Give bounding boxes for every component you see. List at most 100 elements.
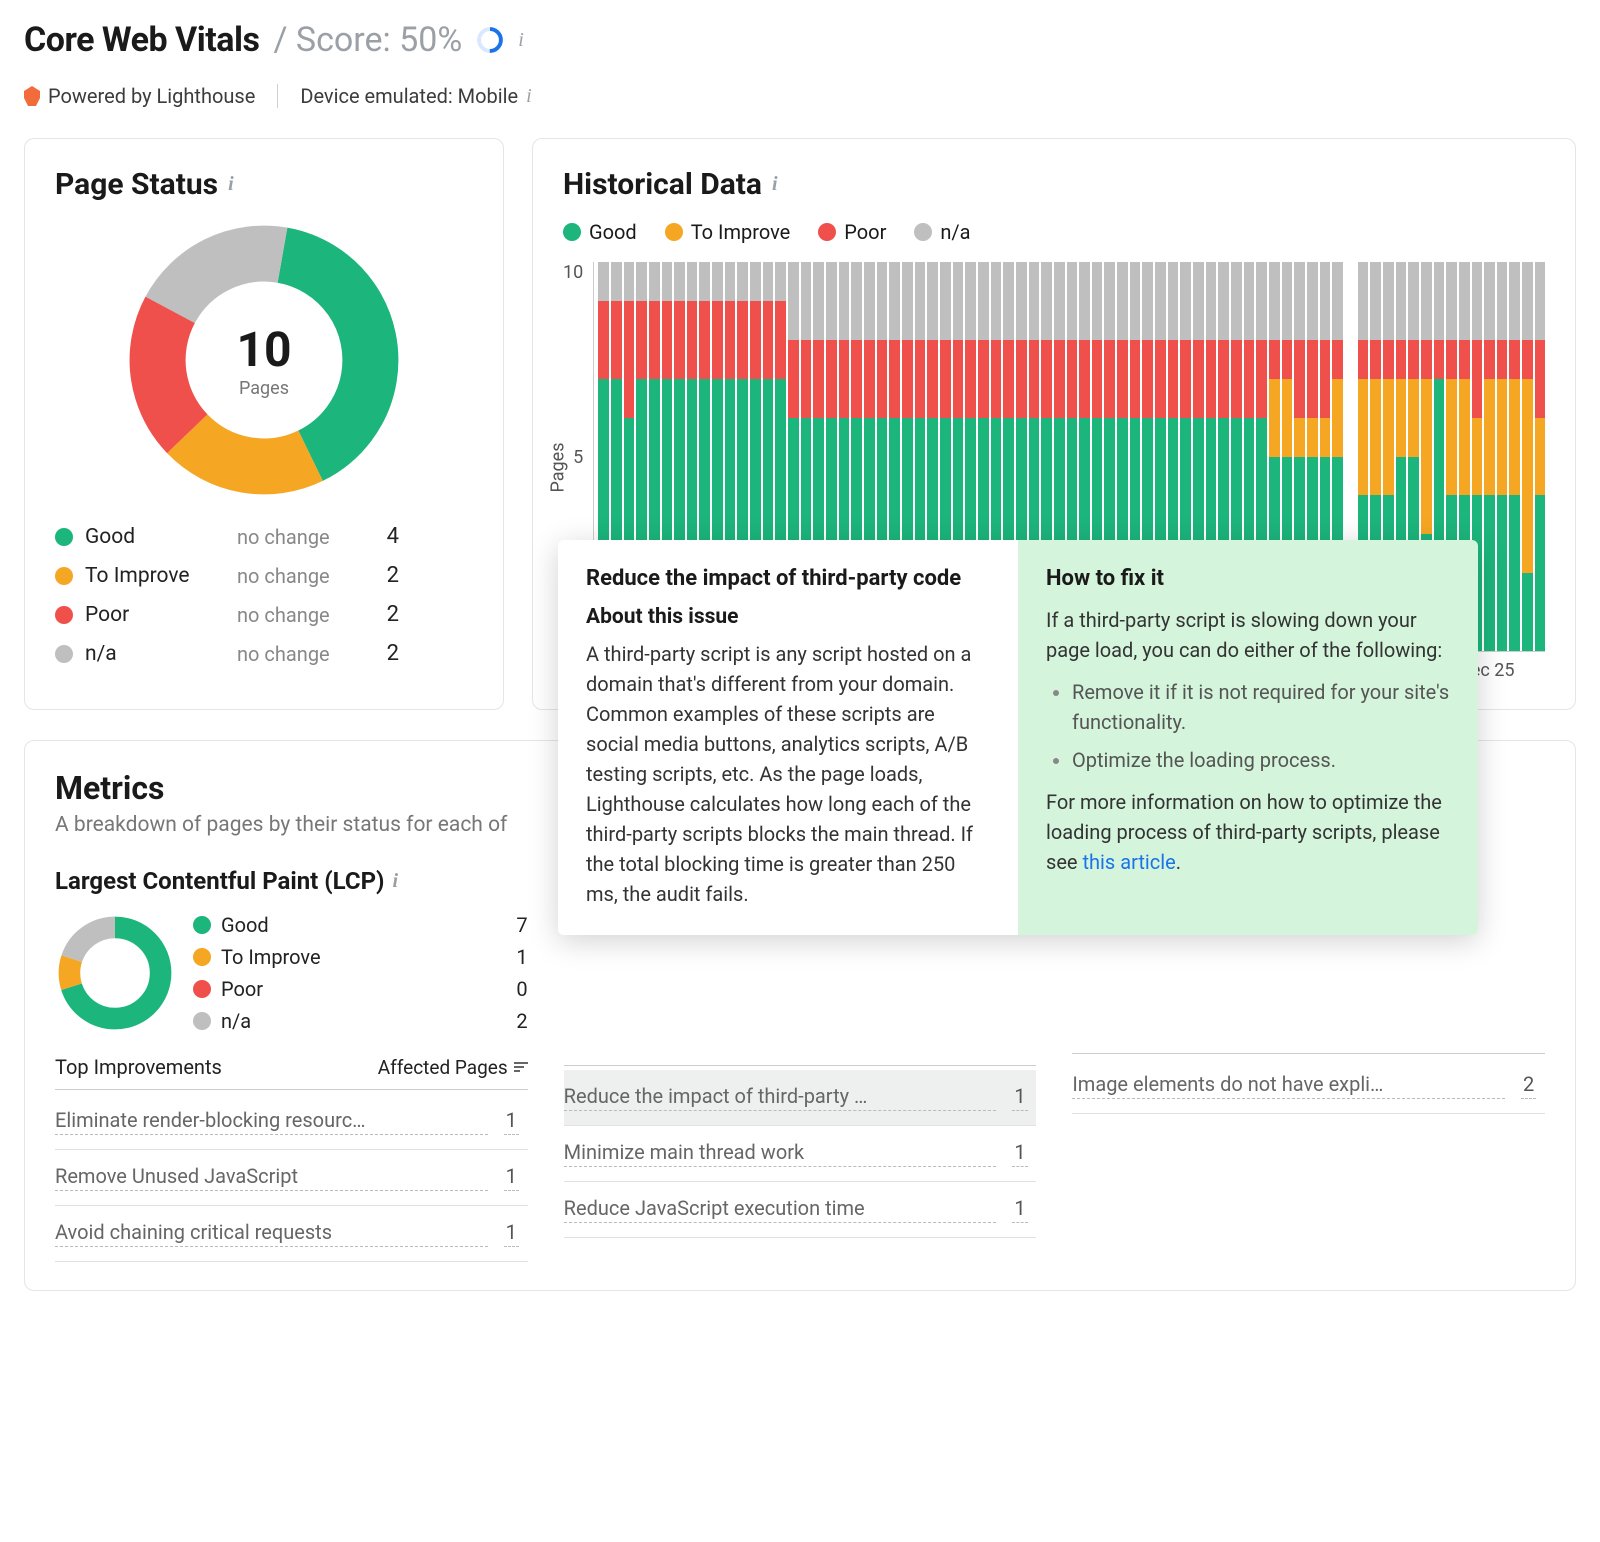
seg-na xyxy=(624,262,635,301)
mini-legend-label: Poor xyxy=(221,977,494,1001)
y-tick: 10 xyxy=(563,262,583,283)
seg-poor xyxy=(611,301,622,379)
seg-poor xyxy=(851,340,862,418)
improvement-name: Eliminate render-blocking resourc… xyxy=(55,1108,488,1135)
mini-legend-row[interactable]: Poor0 xyxy=(193,977,528,1001)
popover-article-link[interactable]: this article xyxy=(1083,850,1176,874)
seg-poor xyxy=(953,340,964,418)
bar-column[interactable] xyxy=(1497,262,1508,651)
improvements-col-header[interactable]: Top Improvements xyxy=(55,1055,378,1079)
seg-improve xyxy=(1472,418,1483,496)
seg-poor xyxy=(662,301,673,379)
legend-change: no change xyxy=(237,525,357,549)
seg-poor xyxy=(788,340,799,418)
seg-poor xyxy=(1472,340,1483,418)
mini-legend-row[interactable]: Good7 xyxy=(193,913,528,937)
legend-row[interactable]: Poor no change 2 xyxy=(55,602,473,627)
bar-column[interactable] xyxy=(1522,262,1533,651)
sort-icon[interactable] xyxy=(514,1062,528,1072)
legend-item[interactable]: To Improve xyxy=(665,220,791,244)
seg-poor xyxy=(649,301,660,379)
seg-poor xyxy=(1092,340,1103,418)
mini-legend-label: Good xyxy=(221,913,494,937)
bar-column[interactable] xyxy=(1509,262,1520,651)
status-dot-icon xyxy=(193,948,211,966)
seg-improve xyxy=(1446,379,1457,496)
seg-poor xyxy=(927,340,938,418)
legend-item[interactable]: Poor xyxy=(818,220,886,244)
info-icon[interactable]: i xyxy=(526,85,532,108)
seg-poor xyxy=(636,301,647,379)
legend-label: To Improve xyxy=(691,220,791,244)
mini-legend-count: 2 xyxy=(504,1009,528,1033)
seg-na xyxy=(801,262,812,340)
improvement-name: Reduce JavaScript execution time xyxy=(564,1196,997,1223)
status-dot-icon xyxy=(55,645,73,663)
improvement-row[interactable]: Minimize main thread work1 xyxy=(564,1126,1037,1182)
seg-poor xyxy=(750,301,761,379)
info-icon[interactable]: i xyxy=(392,870,398,893)
legend-label: Poor xyxy=(85,603,225,627)
legend-label: Good xyxy=(85,525,225,549)
improvement-row[interactable]: Reduce JavaScript execution time1 xyxy=(564,1182,1037,1238)
mini-legend-row[interactable]: n/a2 xyxy=(193,1009,528,1033)
status-dot-icon xyxy=(55,528,73,546)
improvement-row[interactable]: Avoid chaining critical requests1 xyxy=(55,1206,528,1262)
seg-poor xyxy=(1079,340,1090,418)
mini-legend-row[interactable]: To Improve1 xyxy=(193,945,528,969)
status-dot-icon xyxy=(55,606,73,624)
page-status-title: Page Status xyxy=(55,167,218,202)
legend-item[interactable]: Good xyxy=(563,220,637,244)
info-icon[interactable]: i xyxy=(772,173,778,196)
seg-na xyxy=(788,262,799,340)
legend-row[interactable]: Good no change 4 xyxy=(55,524,473,549)
legend-row[interactable]: n/a no change 2 xyxy=(55,641,473,666)
improvements-header xyxy=(1072,1043,1545,1054)
legend-row[interactable]: To Improve no change 2 xyxy=(55,563,473,588)
affected-col-header[interactable]: Affected Pages xyxy=(378,1056,528,1079)
bar-column[interactable] xyxy=(1535,262,1546,651)
improvement-row[interactable]: Eliminate render-blocking resourc…1 xyxy=(55,1094,528,1150)
seg-na xyxy=(1370,262,1381,340)
seg-poor xyxy=(1256,340,1267,418)
seg-poor xyxy=(1497,340,1508,379)
legend-label: n/a xyxy=(85,642,225,666)
improvement-name: Reduce the impact of third-party … xyxy=(564,1084,997,1111)
legend-item[interactable]: n/a xyxy=(914,220,970,244)
page-status-donut[interactable]: 10 Pages xyxy=(124,220,404,500)
seg-poor xyxy=(1054,340,1065,418)
seg-na xyxy=(1282,262,1293,340)
seg-improve xyxy=(1408,379,1419,457)
metric-donut[interactable] xyxy=(55,913,175,1033)
seg-poor xyxy=(1244,340,1255,418)
improvement-row[interactable]: Image elements do not have expli…2 xyxy=(1072,1058,1545,1114)
seg-na xyxy=(1029,262,1040,340)
seg-na xyxy=(1358,262,1369,340)
seg-na xyxy=(712,262,723,301)
seg-na xyxy=(839,262,850,340)
seg-na xyxy=(1484,262,1495,340)
seg-poor xyxy=(1003,340,1014,418)
seg-na xyxy=(1497,262,1508,340)
seg-na xyxy=(775,262,786,301)
improvement-row[interactable]: Remove Unused JavaScript1 xyxy=(55,1150,528,1206)
seg-poor xyxy=(1446,340,1457,379)
seg-good xyxy=(1497,495,1508,651)
seg-poor xyxy=(699,301,710,379)
seg-na xyxy=(1142,262,1153,340)
improvement-count: 1 xyxy=(1012,1084,1027,1111)
legend-count: 4 xyxy=(369,524,399,549)
improvement-row[interactable]: Reduce the impact of third-party … 1 xyxy=(564,1070,1037,1126)
bar-column[interactable] xyxy=(1484,262,1495,651)
status-dot-icon xyxy=(665,223,683,241)
historical-title: Historical Data xyxy=(563,167,762,202)
improvements-header xyxy=(564,1055,1037,1066)
info-icon[interactable]: i xyxy=(228,173,234,196)
seg-poor xyxy=(1307,340,1318,418)
info-icon[interactable]: i xyxy=(518,29,524,52)
seg-poor xyxy=(1067,340,1078,418)
seg-na xyxy=(1193,262,1204,340)
seg-na xyxy=(1509,262,1520,340)
seg-poor xyxy=(801,340,812,418)
seg-poor xyxy=(877,340,888,418)
